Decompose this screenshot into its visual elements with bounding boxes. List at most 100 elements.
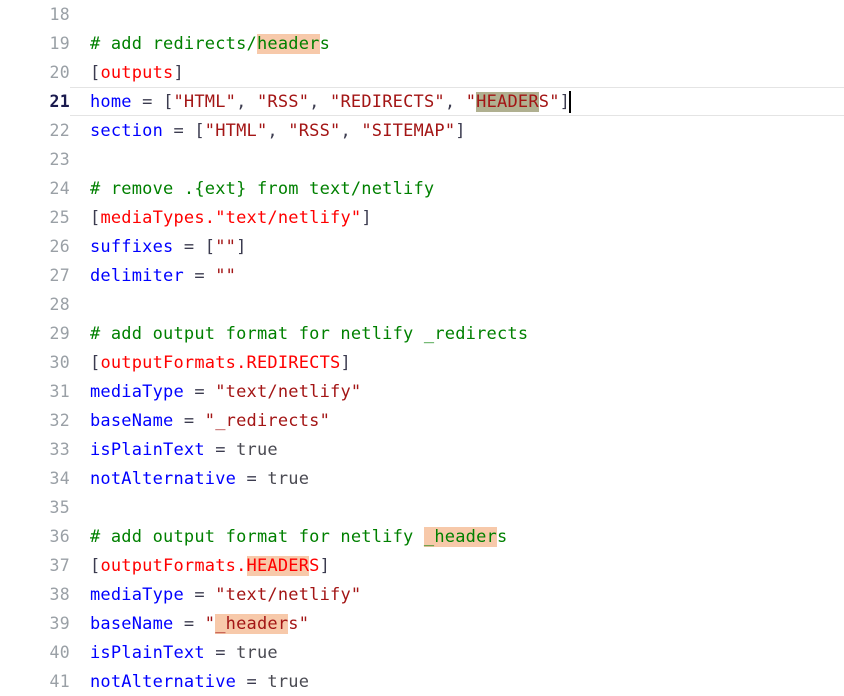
code-token: [ [90, 208, 100, 228]
line-content[interactable]: notAlternative = true [70, 464, 844, 493]
code-line[interactable]: 18 [0, 0, 844, 29]
code-line[interactable]: 32baseName = "_redirects" [0, 406, 844, 435]
code-line[interactable]: 23 [0, 145, 844, 174]
code-line[interactable]: 20[outputs] [0, 58, 844, 87]
line-number: 38 [0, 585, 70, 604]
code-line[interactable]: 36# add output format for netlify _heade… [0, 522, 844, 551]
code-line[interactable]: 30[outputFormats.REDIRECTS] [0, 348, 844, 377]
line-content[interactable]: delimiter = "" [70, 261, 844, 290]
code-line[interactable]: 29 # add output format for netlify _redir… [0, 319, 844, 348]
code-line[interactable]: 21home = ["HTML", "RSS", "REDIRECTS", "H… [0, 87, 844, 116]
code-token: = [184, 382, 215, 402]
line-content[interactable]: mediaType = "text/netlify" [70, 377, 844, 406]
line-content[interactable]: isPlainText = true [70, 638, 844, 667]
code-token: "REDIRECTS" [330, 92, 445, 112]
code-token: , [340, 121, 361, 141]
line-number: 41 [0, 672, 70, 691]
line-number: 29 [0, 324, 70, 343]
code-token: isPlainText [90, 643, 205, 663]
code-editor[interactable]: 1819# add redirects/headers20[outputs]21… [0, 0, 844, 674]
code-token: ] [320, 556, 330, 576]
code-token: "HTML" [205, 121, 268, 141]
code-line[interactable]: 39baseName = "_headers" [0, 609, 844, 638]
code-token: suffixes [90, 237, 173, 257]
code-lines-container[interactable]: 1819# add redirects/headers20[outputs]21… [0, 0, 844, 696]
line-number: 31 [0, 382, 70, 401]
code-line[interactable]: 25[mediaTypes."text/netlify"] [0, 203, 844, 232]
search-match: header [257, 34, 320, 54]
line-number: 24 [0, 179, 70, 198]
search-match: _header [424, 527, 497, 547]
line-content[interactable]: section = ["HTML", "RSS", "SITEMAP"] [70, 116, 844, 145]
code-token: , [267, 121, 288, 141]
line-content[interactable] [70, 0, 844, 29]
code-token: = [236, 672, 267, 692]
line-number: 35 [0, 498, 70, 517]
line-content[interactable]: isPlainText = true [70, 435, 844, 464]
code-line[interactable]: 26suffixes = [""] [0, 232, 844, 261]
line-number: 28 [0, 295, 70, 314]
line-content[interactable]: [outputFormats.HEADERS] [70, 551, 844, 580]
code-token: ] [361, 208, 371, 228]
code-token: [ [205, 237, 215, 257]
line-content[interactable] [70, 145, 844, 174]
line-content[interactable]: notAlternative = true [70, 667, 844, 696]
line-content[interactable]: baseName = "_headers" [70, 609, 844, 638]
code-line[interactable]: 38mediaType = "text/netlify" [0, 580, 844, 609]
code-token: " [205, 614, 215, 634]
code-token: "" [215, 237, 236, 257]
code-line[interactable]: 40isPlainText = true [0, 638, 844, 667]
line-content[interactable]: [outputs] [70, 58, 844, 87]
code-token: = [173, 411, 204, 431]
code-token: s [497, 527, 507, 547]
code-token: s" [288, 614, 309, 634]
line-content[interactable]: # add output format for netlify _headers [70, 522, 844, 551]
code-token: " [466, 92, 476, 112]
code-token: = [184, 266, 215, 286]
line-content[interactable]: mediaType = "text/netlify" [70, 580, 844, 609]
code-line[interactable]: 19# add redirects/headers [0, 29, 844, 58]
search-match: HEADER [247, 556, 310, 576]
line-number: 25 [0, 208, 70, 227]
code-line[interactable]: 33isPlainText = true [0, 435, 844, 464]
code-token: = [173, 614, 204, 634]
code-token: ] [236, 237, 246, 257]
code-line[interactable]: 34notAlternative = true [0, 464, 844, 493]
line-content[interactable] [70, 290, 844, 319]
code-token: true [236, 643, 278, 663]
line-number: 40 [0, 643, 70, 662]
line-content[interactable]: baseName = "_redirects" [70, 406, 844, 435]
code-token: = [184, 585, 215, 605]
line-content[interactable] [70, 493, 844, 522]
code-token: "RSS" [288, 121, 340, 141]
line-content[interactable]: [mediaTypes."text/netlify"] [70, 203, 844, 232]
code-line[interactable]: 24# remove .{ext} from text/netlify [0, 174, 844, 203]
code-token: "HTML" [174, 92, 237, 112]
code-line[interactable]: 22section = ["HTML", "RSS", "SITEMAP"] [0, 116, 844, 145]
code-line[interactable]: 35 [0, 493, 844, 522]
line-content[interactable]: # add redirects/headers [70, 29, 844, 58]
code-token: "RSS" [257, 92, 309, 112]
code-token: = [163, 121, 194, 141]
code-token: S [309, 556, 319, 576]
line-content[interactable]: suffixes = [""] [70, 232, 844, 261]
code-line[interactable]: 27delimiter = "" [0, 261, 844, 290]
code-token: delimiter [90, 266, 184, 286]
code-line[interactable]: 28 [0, 290, 844, 319]
line-number: 27 [0, 266, 70, 285]
code-line[interactable]: 31mediaType = "text/netlify" [0, 377, 844, 406]
code-token: "SITEMAP" [361, 121, 455, 141]
code-line[interactable]: 41notAlternative = true [0, 667, 844, 696]
code-token: "text/netlify" [215, 585, 361, 605]
line-content[interactable]: # add output format for netlify _redirec… [70, 319, 844, 348]
code-token: = [236, 469, 267, 489]
line-content[interactable]: [outputFormats.REDIRECTS] [70, 348, 844, 377]
line-content[interactable]: home = ["HTML", "RSS", "REDIRECTS", "HEA… [70, 87, 844, 116]
code-token: # add output format for netlify _redirec… [90, 324, 528, 344]
line-number: 23 [0, 150, 70, 169]
code-line[interactable]: 37[outputFormats.HEADERS] [0, 551, 844, 580]
line-content[interactable]: # remove .{ext} from text/netlify [70, 174, 844, 203]
code-token: true [267, 672, 309, 692]
code-token: outputFormats.REDIRECTS [100, 353, 340, 373]
line-number: 20 [0, 63, 70, 82]
